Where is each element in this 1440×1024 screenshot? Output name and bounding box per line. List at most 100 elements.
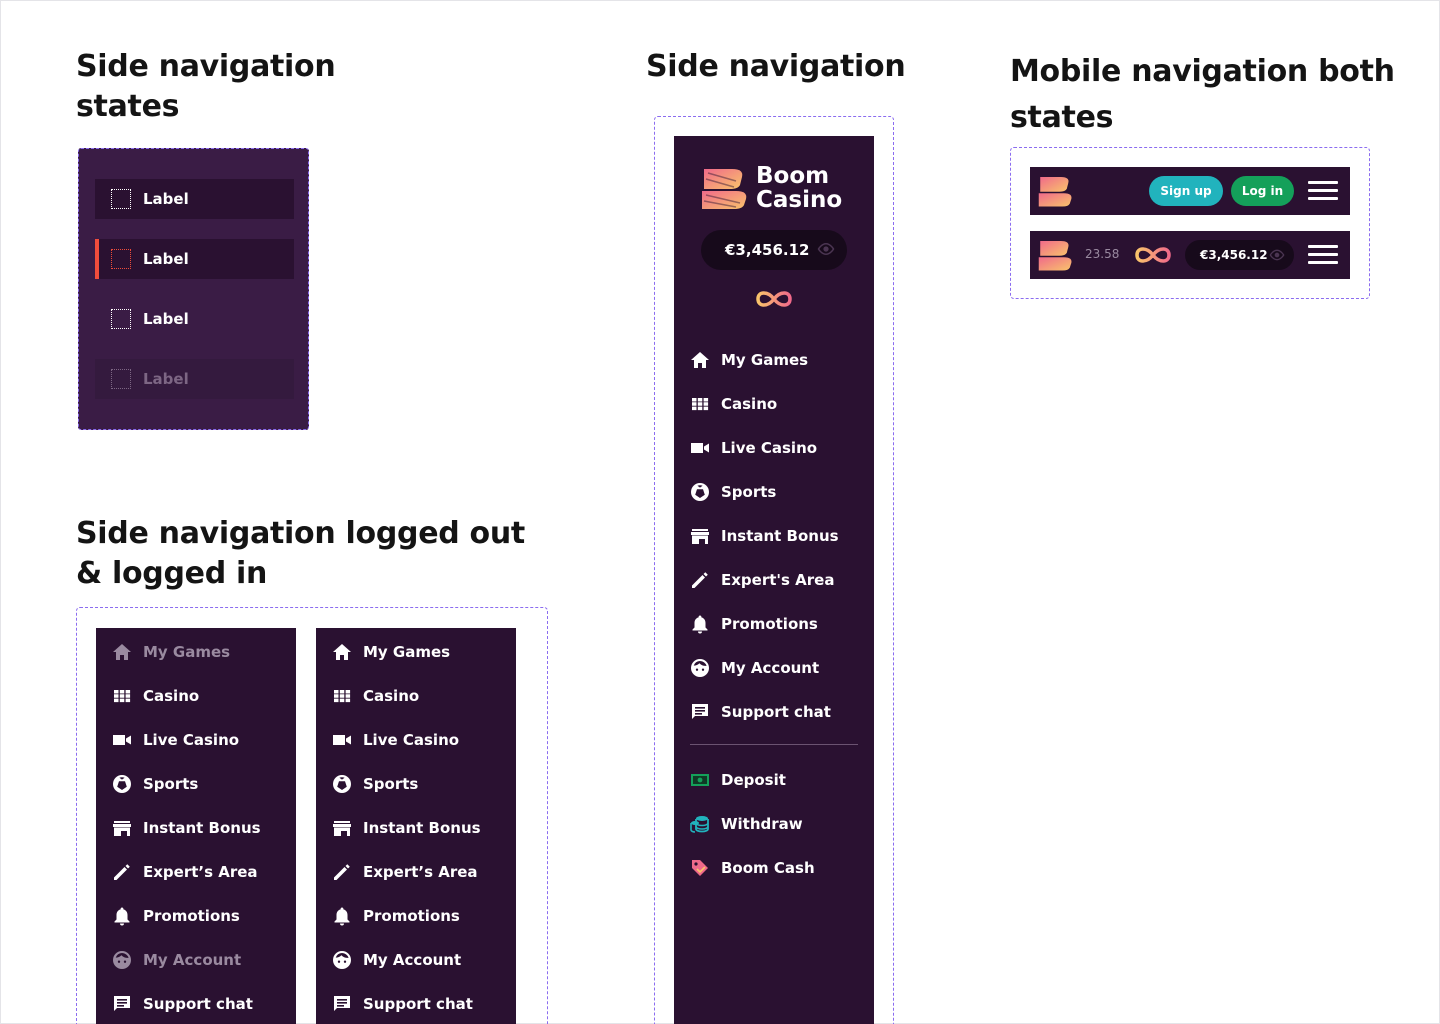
eye-icon[interactable]: [817, 242, 835, 256]
menu-item-support-chat[interactable]: Support chat: [690, 700, 831, 724]
menu-item-label: Casino: [363, 687, 420, 705]
sidenav-logged-in: My Games Casino Live Casino Sports Instant B…: [316, 628, 516, 1024]
menu-item-live-casino[interactable]: Live Casino: [112, 728, 239, 752]
face-icon: [112, 950, 132, 970]
chat-icon: [332, 994, 352, 1014]
menu-item-my-games[interactable]: My Games: [690, 348, 808, 372]
nav-state-disabled: Label: [95, 359, 294, 399]
boom-logo-icon: [702, 169, 747, 209]
menu-item-sports[interactable]: Sports: [112, 772, 198, 796]
menu-item-promotions[interactable]: Promotions: [332, 904, 460, 928]
balance-pill[interactable]: €3,456.12: [701, 230, 847, 270]
menu-item-label: Support chat: [363, 995, 473, 1013]
menu-item-my-account[interactable]: My Account: [332, 948, 461, 972]
balance-amount: €3,456.12: [725, 241, 810, 259]
menu-item-label: My Account: [363, 951, 462, 969]
infinity-icon: [756, 291, 792, 307]
menu-item-instant-bonus[interactable]: Instant Bonus: [332, 816, 481, 840]
infinity-icon: [1135, 247, 1171, 263]
menu-item-label: Promotions: [363, 907, 460, 925]
eye-icon[interactable]: [1269, 249, 1285, 261]
menu-item-withdraw[interactable]: Withdraw: [690, 812, 803, 836]
menu-item-instant-bonus[interactable]: Instant Bonus: [112, 816, 261, 840]
menu-item-label: Instant Bonus: [363, 819, 481, 837]
heading-side: Side navigation: [646, 49, 906, 84]
menu-item-my-account: My Account: [112, 948, 241, 972]
points-value: 23.58: [1085, 247, 1120, 261]
chat-icon: [112, 994, 132, 1014]
chat-icon: [690, 702, 710, 722]
boom-logo-icon[interactable]: [1037, 174, 1073, 208]
menu-item-label: Support chat: [721, 703, 831, 721]
hamburger-menu-icon[interactable]: [1308, 181, 1338, 201]
soccer-ball-icon: [112, 774, 132, 794]
placeholder-icon: [111, 249, 131, 269]
placeholder-icon: [111, 189, 131, 209]
menu-item-label: My Games: [143, 643, 231, 661]
menu-item-instant-bonus[interactable]: Instant Bonus: [690, 524, 839, 548]
menu-item-boom-cash[interactable]: Boom Cash: [690, 856, 815, 880]
menu-item-experts-area[interactable]: Expert’s Area: [332, 860, 478, 884]
nav-state-active[interactable]: Label: [95, 239, 294, 279]
menu-item-label: Casino: [143, 687, 200, 705]
menu-item-experts-area[interactable]: Expert's Area: [690, 568, 834, 592]
menu-item-label: Expert's Area: [721, 571, 835, 589]
menu-item-label: Support chat: [143, 995, 253, 1013]
menu-item-label: Live Casino: [721, 439, 818, 457]
store-icon: [112, 818, 132, 838]
hamburger-menu-icon[interactable]: [1308, 245, 1338, 265]
menu-item-my-account[interactable]: My Account: [690, 656, 819, 680]
coins-icon: [690, 814, 710, 834]
menu-item-label: Expert’s Area: [143, 863, 258, 881]
menu-item-support-chat[interactable]: Support chat: [112, 992, 253, 1016]
menu-item-my-games[interactable]: My Games: [332, 640, 450, 664]
menu-item-label: Promotions: [721, 615, 818, 633]
menu-item-promotions[interactable]: Promotions: [112, 904, 240, 928]
menu-item-sports[interactable]: Sports: [690, 480, 776, 504]
menu-item-label: Casino: [721, 395, 778, 413]
menu-item-label: Sports: [143, 775, 199, 793]
menu-item-support-chat[interactable]: Support chat: [332, 992, 473, 1016]
soccer-ball-icon: [690, 482, 710, 502]
menu-item-promotions[interactable]: Promotions: [690, 612, 818, 636]
menu-item-casino[interactable]: Casino: [690, 392, 777, 416]
menu-item-live-casino[interactable]: Live Casino: [690, 436, 817, 460]
brand-name: Boom Casino: [756, 163, 843, 213]
canvas: Side navigation states Side navigation l…: [0, 0, 1440, 1024]
menu-item-my-games: My Games: [112, 640, 230, 664]
tag-icon: [690, 858, 710, 878]
balance-pill[interactable]: €3,456.12: [1185, 240, 1294, 270]
video-camera-icon: [690, 438, 710, 458]
heading-states: Side navigation states: [76, 49, 336, 124]
heading-logged: Side navigation logged out & logged in: [76, 516, 525, 591]
menu-item-label: My Games: [721, 351, 809, 369]
boom-logo-icon[interactable]: [1037, 238, 1073, 272]
nav-state-default[interactable]: Label: [95, 179, 294, 219]
brand-logo[interactable]: Boom Casino: [700, 164, 842, 212]
home-icon: [332, 642, 352, 662]
menu-item-label: Instant Bonus: [143, 819, 261, 837]
pencil-icon: [690, 570, 710, 590]
menu-item-experts-area[interactable]: Expert’s Area: [112, 860, 258, 884]
menu-item-casino[interactable]: Casino: [112, 684, 199, 708]
sidenav-main: Boom Casino €3,456.12 My Games Casino Live…: [674, 136, 874, 1024]
menu-divider: [690, 744, 858, 745]
nav-state-hover[interactable]: Label: [95, 299, 294, 339]
menu-item-sports[interactable]: Sports: [332, 772, 418, 796]
face-icon: [690, 658, 710, 678]
nav-state-label: Label: [143, 370, 189, 388]
store-icon: [690, 526, 710, 546]
signup-button[interactable]: Sign up: [1149, 176, 1223, 206]
video-camera-icon: [332, 730, 352, 750]
menu-item-label: Boom Cash: [721, 859, 815, 877]
cash-icon: [690, 770, 710, 790]
store-icon: [332, 818, 352, 838]
menu-item-live-casino[interactable]: Live Casino: [332, 728, 459, 752]
menu-item-casino[interactable]: Casino: [332, 684, 419, 708]
menu-item-label: My Games: [363, 643, 451, 661]
login-button[interactable]: Log in: [1231, 176, 1294, 206]
menu-item-deposit[interactable]: Deposit: [690, 768, 786, 792]
nav-states-panel: Label Label Label Label: [78, 148, 309, 430]
bell-icon: [112, 906, 132, 926]
nav-state-label: Label: [143, 190, 189, 208]
